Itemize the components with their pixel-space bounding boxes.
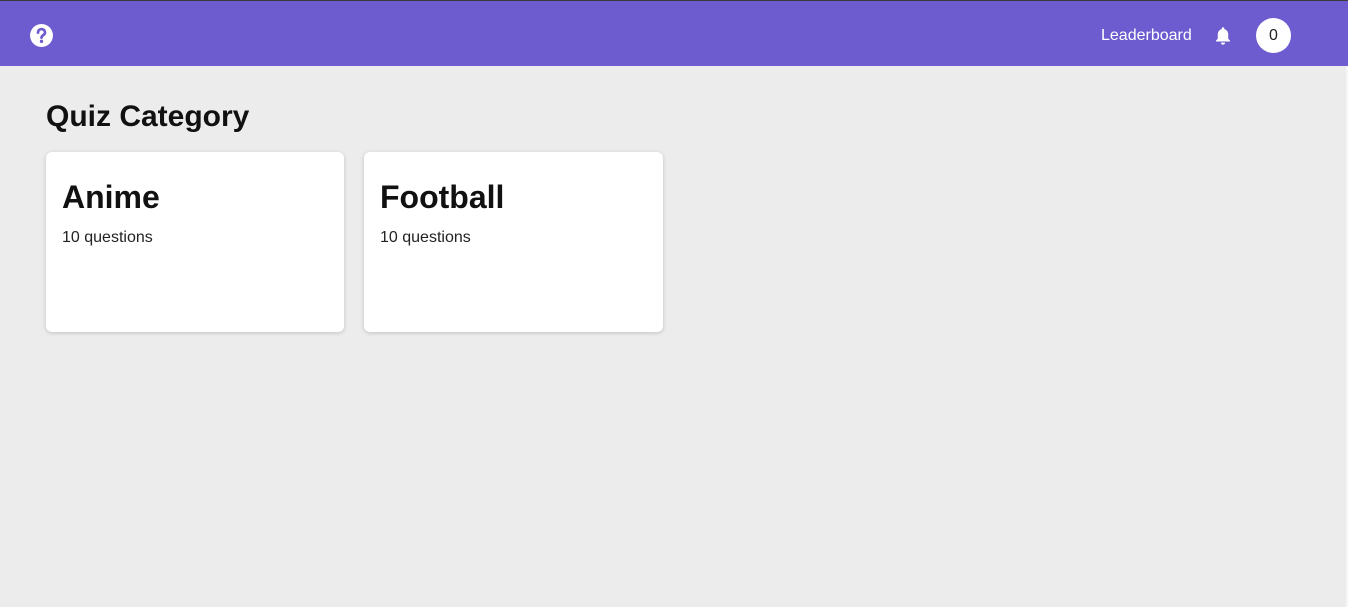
leaderboard-link[interactable]: Leaderboard xyxy=(1101,26,1192,46)
page-title: Quiz Category xyxy=(46,100,250,133)
category-card-title: Anime xyxy=(62,179,160,215)
category-question-count: 10 questions xyxy=(380,229,471,246)
bell-icon[interactable] xyxy=(1212,25,1234,47)
user-score-avatar[interactable]: 0 xyxy=(1256,18,1291,53)
category-question-count: 10 questions xyxy=(62,229,153,246)
category-card-anime[interactable]: Anime 10 questions xyxy=(46,152,344,332)
category-card-title: Football xyxy=(380,179,505,215)
category-card-list: Anime 10 questions Football 10 questions xyxy=(46,152,663,332)
help-circle-icon[interactable] xyxy=(29,23,54,48)
top-navbar: Leaderboard 0 xyxy=(0,1,1348,66)
category-card-football[interactable]: Football 10 questions xyxy=(364,152,663,332)
